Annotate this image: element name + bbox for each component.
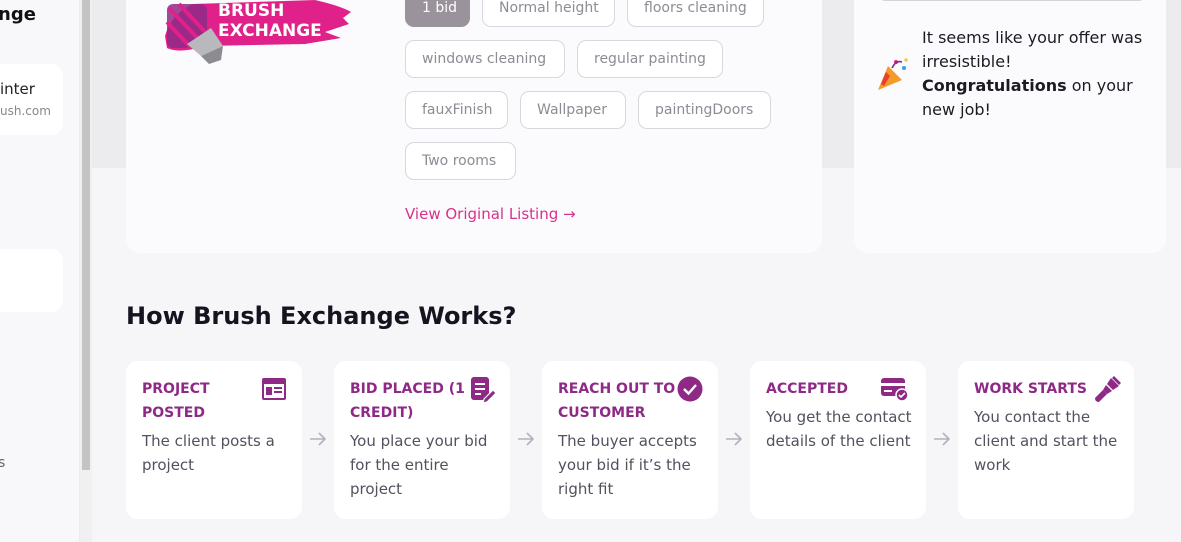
step-title: ACCEPTED: [766, 381, 848, 397]
party-popper-icon: [878, 58, 908, 90]
sidebar-title: nge: [0, 4, 36, 25]
check-circle-icon: [677, 376, 703, 402]
sidebar-stray-text: s: [0, 455, 5, 471]
congrats-bold: Congratulations: [922, 76, 1067, 95]
sidebar: nge inter ush.com s: [0, 0, 80, 542]
chip-tag: fauxFinish: [405, 91, 508, 129]
step-title: REACH OUT TO CUSTOMER: [558, 381, 676, 421]
profile-email: ush.com: [0, 104, 51, 118]
brush-exchange-logo: BRUSH EXCHANGE: [165, 0, 351, 64]
scrollbar[interactable]: [80, 0, 92, 542]
congrats-message: It seems like your offer was irresistibl…: [922, 26, 1152, 122]
step-card-bid-placed: BID PLACED (1 CREDIT) You place your bid…: [334, 361, 510, 519]
arrow-right-icon: [310, 432, 327, 446]
arrow-right-icon: [518, 432, 535, 446]
step-description: You get the contact details of the clien…: [766, 408, 912, 450]
step-card-project-posted: PROJECT POSTED The client posts a projec…: [126, 361, 302, 519]
step-card-work-starts: WORK STARTS You contact the client and s…: [958, 361, 1134, 519]
listing-icon: [262, 378, 286, 400]
chip-tag: paintingDoors: [638, 91, 771, 129]
profile-card[interactable]: inter ush.com: [0, 64, 63, 135]
arrow-right-icon: [726, 432, 743, 446]
step-description: The client posts a project: [142, 432, 275, 474]
step-card-accepted: ACCEPTED You get the contact details of …: [750, 361, 926, 519]
edit-document-icon: [471, 377, 496, 403]
congrats-line1: It seems like your offer was irresistibl…: [922, 28, 1143, 71]
step-title: BID PLACED (1 CREDIT): [350, 381, 465, 421]
chip-tag: floors cleaning: [627, 0, 764, 27]
congrats-input-edge: [880, 0, 1144, 1]
chip-tag: Normal height: [482, 0, 615, 27]
step-title: PROJECT POSTED: [142, 381, 210, 421]
chip-tag: regular painting: [577, 40, 723, 78]
profile-name: inter: [0, 80, 35, 98]
logo-text-exchange: EXCHANGE: [218, 21, 322, 41]
chip-tag: windows cleaning: [405, 40, 565, 78]
chip-bids: 1 bid: [405, 0, 470, 27]
card-check-icon: [881, 378, 908, 402]
how-it-works-title: How Brush Exchange Works?: [126, 302, 517, 330]
logo-text-brush: BRUSH: [218, 1, 284, 21]
step-description: You place your bid for the entire projec…: [350, 432, 488, 498]
chip-tag: Wallpaper: [520, 91, 626, 129]
view-original-listing-link[interactable]: View Original Listing →: [405, 205, 576, 223]
step-description: The buyer accepts your bid if it’s the r…: [558, 432, 697, 498]
step-description: You contact the client and start the wor…: [974, 408, 1118, 474]
sidebar-card[interactable]: [0, 249, 63, 312]
chip-tag: Two rooms: [405, 142, 516, 180]
paintbrush-icon: [1095, 376, 1121, 402]
arrow-right-icon: [934, 432, 951, 446]
step-title: WORK STARTS: [974, 381, 1088, 397]
scrollbar-thumb[interactable]: [82, 0, 90, 470]
step-card-reach-out: REACH OUT TO CUSTOMER The buyer accepts …: [542, 361, 718, 519]
